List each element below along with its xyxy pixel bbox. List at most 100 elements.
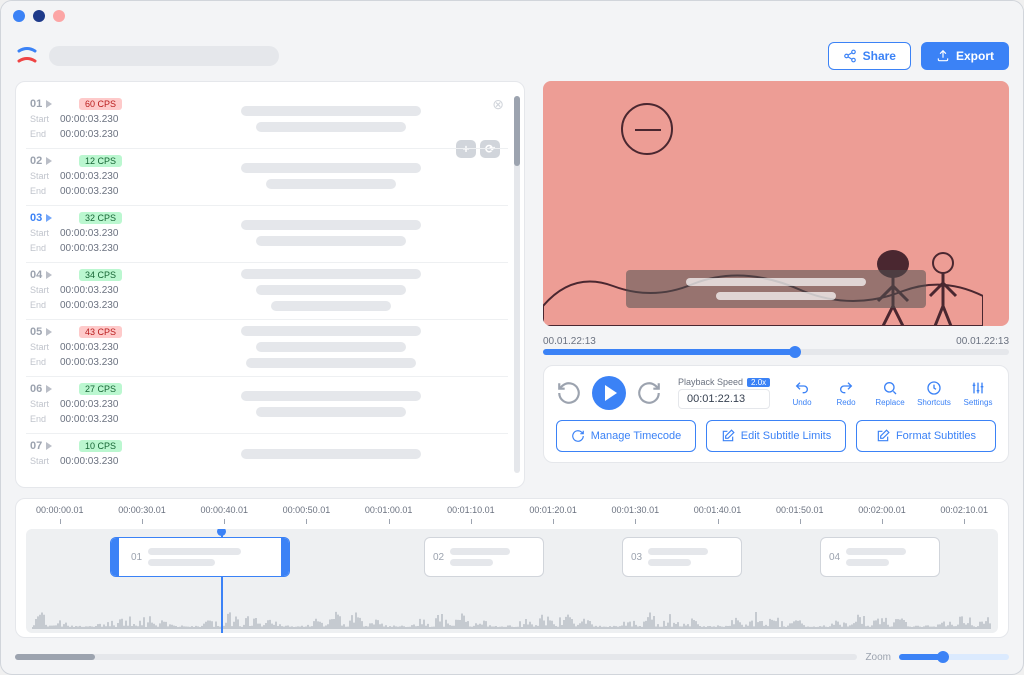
start-time[interactable]: 00:00:03.230 [60,114,118,125]
top-toolbar: Share Export [1,31,1023,81]
shortcuts-button[interactable]: Shortcuts [916,380,952,407]
video-preview[interactable] [543,81,1009,326]
window-dot[interactable] [33,10,45,22]
subtitle-meta: 07 10 CPS Start00:00:03.230 [30,440,150,467]
timecode-display[interactable]: 00:01:22.13 [678,389,770,409]
timeline-ruler[interactable]: 00:00:00.0100:00:30.0100:00:40.0100:00:5… [26,505,998,527]
zoom-label: Zoom [865,652,891,663]
subtitle-scrollbar[interactable] [514,96,520,473]
subtitle-row[interactable]: 02 12 CPS Start00:00:03.230 End00:00:03.… [26,148,508,205]
subtitle-text[interactable] [158,440,504,467]
manage-timecode-button[interactable]: Manage Timecode [556,420,696,452]
waveform [32,607,992,629]
timeline-panel: 00:00:00.0100:00:30.0100:00:40.0100:00:5… [15,498,1009,638]
start-time[interactable]: 00:00:03.230 [60,399,118,410]
ruler-tick: 00:00:50.01 [283,505,331,527]
undo-button[interactable]: Undo [784,380,820,407]
share-button[interactable]: Share [828,42,911,70]
subtitle-meta: 06 27 CPS Start00:00:03.230 End00:00:03.… [30,383,150,425]
time-current: 00.01.22:13 [543,336,596,347]
speed-label: Playback Speed [678,377,743,387]
end-time[interactable]: 00:00:03.230 [60,414,118,425]
timeline-footer: Zoom [15,648,1009,666]
app-logo-icon [15,44,39,68]
ruler-tick: 00:01:50.01 [776,505,824,527]
subtitle-text[interactable] [158,155,504,197]
cps-badge: 43 CPS [79,326,122,338]
replace-button[interactable]: Replace [872,380,908,407]
subtitle-meta: 04 34 CPS Start00:00:03.230 End00:00:03.… [30,269,150,311]
skip-forward-button[interactable] [636,380,662,406]
subtitle-index: 02 [30,155,52,167]
subtitle-row[interactable]: 04 34 CPS Start00:00:03.230 End00:00:03.… [26,262,508,319]
window-dot[interactable] [13,10,25,22]
redo-button[interactable]: Redo [828,380,864,407]
ruler-tick: 00:01:30.01 [612,505,660,527]
ruler-tick: 00:01:10.01 [447,505,495,527]
timeline-track[interactable]: 01 02 03 04 [26,529,998,633]
timeline-clip[interactable]: 02 [424,537,544,577]
subtitle-index: 06 [30,383,52,395]
subtitle-text[interactable] [158,326,504,368]
start-time[interactable]: 00:00:03.230 [60,171,118,182]
end-time[interactable]: 00:00:03.230 [60,300,118,311]
settings-button[interactable]: Settings [960,380,996,407]
subtitle-text[interactable] [158,98,504,140]
start-time[interactable]: 00:00:03.230 [60,342,118,353]
share-label: Share [863,49,896,63]
subtitle-meta: 05 43 CPS Start00:00:03.230 End00:00:03.… [30,326,150,368]
speed-value-badge[interactable]: 2.0x [747,378,770,387]
subtitle-text[interactable] [158,269,504,311]
zoom-slider[interactable] [899,654,1009,660]
skip-back-button[interactable] [556,380,582,406]
window-titlebar [1,1,1023,31]
share-icon [843,49,857,63]
end-time[interactable]: 00:00:03.230 [60,357,118,368]
cps-badge: 12 CPS [79,155,122,167]
ruler-tick: 00:02:00.01 [858,505,906,527]
cps-badge: 10 CPS [79,440,122,452]
timeline-clip[interactable]: 04 [820,537,940,577]
app-window: Share Export 01 60 CPS Start00:00:03.230… [0,0,1024,675]
window-dot[interactable] [53,10,65,22]
subtitle-row[interactable]: 06 27 CPS Start00:00:03.230 End00:00:03.… [26,376,508,433]
ruler-tick: 00:01:20.01 [529,505,577,527]
start-time[interactable]: 00:00:03.230 [60,228,118,239]
project-title[interactable] [49,46,279,66]
subtitle-text[interactable] [158,212,504,254]
subtitle-row[interactable]: 01 60 CPS Start00:00:03.230 End00:00:03.… [26,92,508,148]
playback-speed: Playback Speed 2.0x 00:01:22.13 [678,377,770,409]
subtitle-row[interactable]: 03 32 CPS Start00:00:03.230 End00:00:03.… [26,205,508,262]
ruler-tick: 00:01:40.01 [694,505,742,527]
subtitle-row[interactable]: 07 10 CPS Start00:00:03.230 [26,433,508,475]
subtitle-index: 05 [30,326,52,338]
subtitle-index: 07 [30,440,52,452]
cps-badge: 27 CPS [79,383,122,395]
close-icon[interactable]: ⊗ [492,96,504,113]
preview-panel: 00.01.22:13 00.01.22:13 Playback Speed2.… [543,81,1009,488]
timeline-hscrollbar[interactable] [15,654,857,660]
subtitle-list[interactable]: 01 60 CPS Start00:00:03.230 End00:00:03.… [26,92,508,477]
end-time[interactable]: 00:00:03.230 [60,243,118,254]
subtitle-meta: 01 60 CPS Start00:00:03.230 End00:00:03.… [30,98,150,140]
subtitle-index: 03 [30,212,52,224]
end-time[interactable]: 00:00:03.230 [60,186,118,197]
timeline-clip[interactable]: 01 [110,537,290,577]
timeline-clip[interactable]: 03 [622,537,742,577]
subtitle-row[interactable]: 05 43 CPS Start00:00:03.230 End00:00:03.… [26,319,508,376]
start-time[interactable]: 00:00:03.230 [60,456,118,467]
ruler-tick: 00:00:30.01 [118,505,166,527]
play-button[interactable] [592,376,626,410]
subtitle-list-panel: 01 60 CPS Start00:00:03.230 End00:00:03.… [15,81,525,488]
video-progress[interactable] [543,349,1009,355]
start-time[interactable]: 00:00:03.230 [60,285,118,296]
edit-subtitle-limits-button[interactable]: Edit Subtitle Limits [706,420,846,452]
subtitle-index: 01 [30,98,52,110]
end-time[interactable]: 00:00:03.230 [60,129,118,140]
export-icon [936,49,950,63]
subtitle-text[interactable] [158,383,504,425]
export-button[interactable]: Export [921,42,1009,70]
format-subtitles-button[interactable]: Format Subtitles [856,420,996,452]
ruler-tick: 00:00:00.01 [36,505,84,527]
caption-overlay [626,270,926,308]
